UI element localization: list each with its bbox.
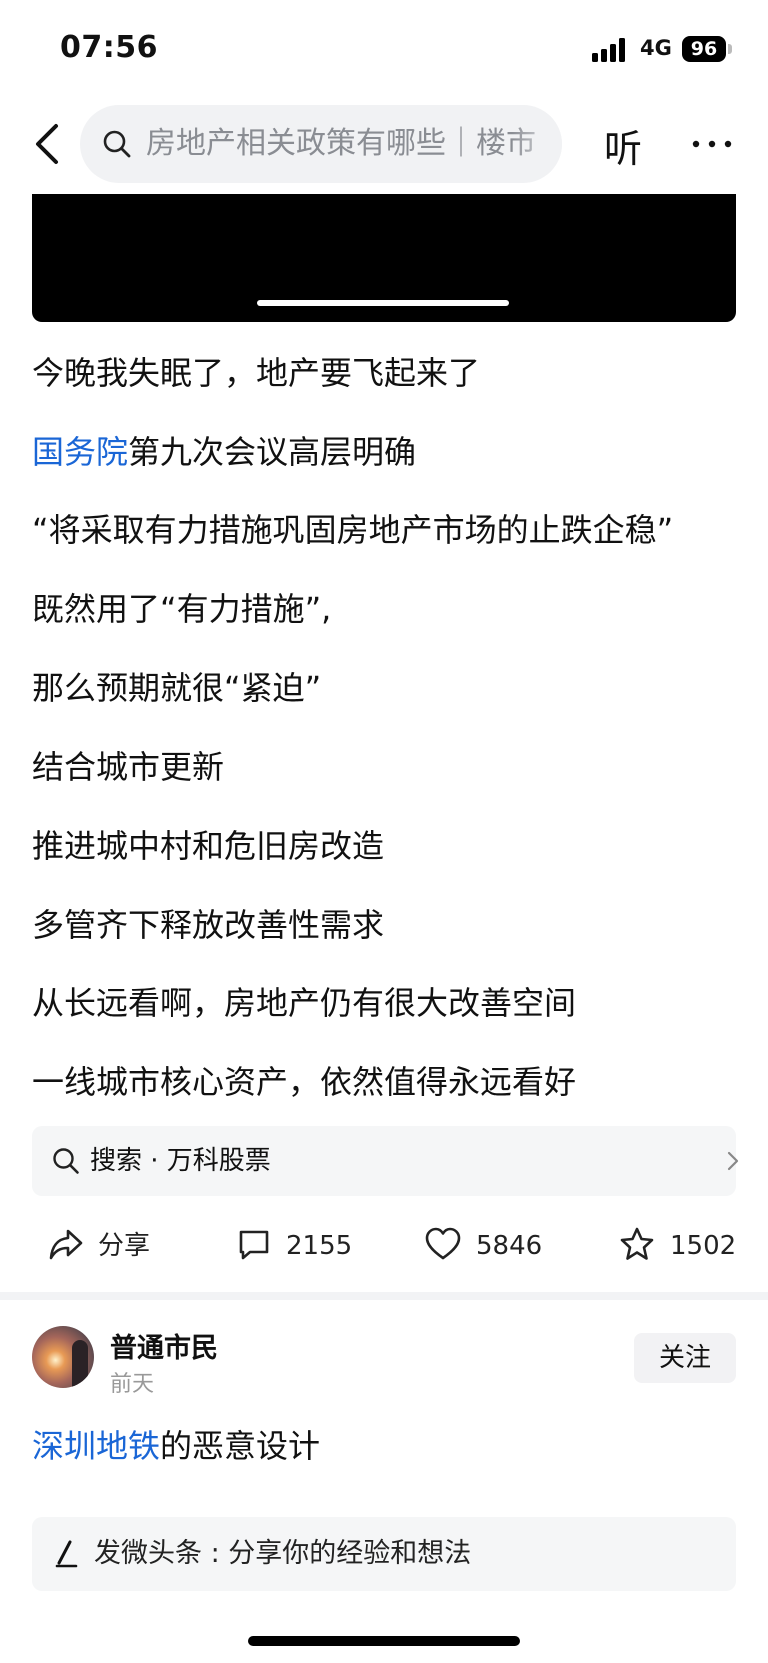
favorite-button[interactable]: 1502: [618, 1222, 738, 1270]
share-arrow-icon: [49, 1229, 83, 1260]
star-icon: [620, 1227, 654, 1260]
author-name[interactable]: 普通市民: [110, 1326, 218, 1365]
search-icon: [53, 1148, 79, 1174]
favorite-count: 1502: [670, 1231, 737, 1261]
article-line: 国务院第九次会议高层明确: [32, 432, 416, 472]
article-line: 从长远看啊，房地产仍有很大改善空间: [32, 984, 577, 1022]
article-line: 那么预期就很“紧迫”: [32, 669, 322, 707]
search-icon: [103, 130, 131, 158]
listen-button[interactable]: 听: [604, 118, 642, 173]
avatar[interactable]: [32, 1326, 94, 1388]
status-bar: 07:56 4G 96: [0, 0, 768, 100]
comment-button[interactable]: 2155: [236, 1222, 356, 1270]
article-line: 多管齐下释放改善性需求: [32, 906, 385, 944]
topic-link-shenzhen-metro[interactable]: 深圳地铁: [32, 1427, 160, 1465]
article-line: 今晚我失眠了，地产要飞起来了: [32, 354, 481, 392]
post-composer-input[interactable]: 发微头条 : 分享你的经验和想法: [32, 1517, 736, 1591]
chevron-right-icon: [727, 1151, 739, 1171]
back-button[interactable]: [28, 118, 68, 170]
follow-button[interactable]: 关注: [634, 1333, 736, 1383]
article-line: 推进城中村和危旧房改造: [32, 827, 385, 865]
comment-count: 2155: [286, 1231, 353, 1261]
like-count: 5846: [476, 1231, 543, 1261]
signal-strength-icon: [592, 38, 628, 62]
like-button[interactable]: 5846: [424, 1222, 544, 1270]
video-progress-bar[interactable]: [257, 300, 509, 306]
share-button[interactable]: 分享: [48, 1222, 158, 1270]
composer-placeholder: 发微头条 : 分享你的经验和想法: [94, 1538, 472, 1569]
post-time: 前天: [110, 1372, 155, 1397]
pen-icon: [55, 1540, 78, 1568]
more-dots-icon: [692, 140, 732, 148]
article-line-text: 第九次会议高层明确: [128, 433, 417, 471]
post-title-text: 的恶意设计: [160, 1427, 321, 1465]
suggestion-label: 搜索 · 万科股票: [90, 1146, 271, 1176]
battery-tip: [728, 44, 732, 54]
article-line: 一线城市核心资产，依然值得永远看好: [32, 1063, 577, 1101]
chevron-left-icon: [36, 124, 58, 164]
network-type: 4G: [640, 36, 672, 60]
home-indicator[interactable]: [248, 1636, 520, 1646]
heart-icon: [425, 1227, 461, 1260]
video-player[interactable]: [32, 194, 736, 322]
comment-bubble-icon: [239, 1230, 269, 1260]
status-time: 07:56: [60, 30, 158, 65]
more-button[interactable]: [690, 126, 734, 162]
battery-icon: 96: [682, 36, 726, 62]
related-search-suggestion[interactable]: 搜索 · 万科股票: [32, 1126, 739, 1196]
search-input[interactable]: 房地产相关政策有哪些｜楼市: [80, 105, 562, 183]
article-line: “将采取有力措施巩固房地产市场的止跌企稳”: [32, 511, 674, 549]
section-divider: [0, 1292, 768, 1300]
topic-link-guowuyuan[interactable]: 国务院: [32, 433, 128, 471]
share-label: 分享: [98, 1231, 151, 1261]
article-line: 结合城市更新: [32, 748, 225, 786]
post-title: 深圳地铁的恶意设计: [32, 1426, 320, 1466]
search-query-text: 房地产相关政策有哪些｜楼市: [146, 126, 536, 161]
article-line: 既然用了“有力措施”,: [32, 590, 332, 628]
